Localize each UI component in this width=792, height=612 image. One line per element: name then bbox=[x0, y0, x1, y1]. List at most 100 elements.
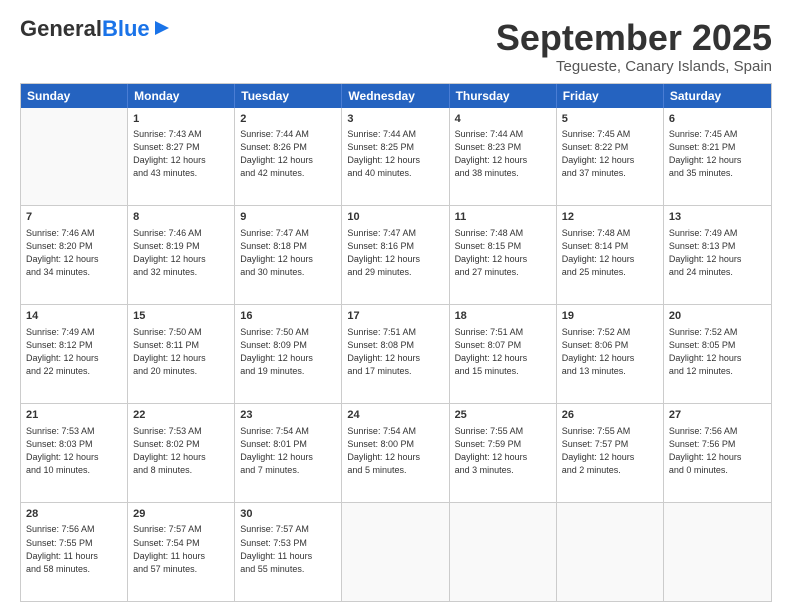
day-number: 28 bbox=[26, 507, 122, 522]
cell-info: Sunrise: 7:43 AM Sunset: 8:27 PM Dayligh… bbox=[133, 128, 229, 180]
cell-info: Sunrise: 7:48 AM Sunset: 8:15 PM Dayligh… bbox=[455, 227, 551, 279]
cell-info: Sunrise: 7:45 AM Sunset: 8:22 PM Dayligh… bbox=[562, 128, 658, 180]
calendar-cell: 22 Sunrise: 7:53 AM Sunset: 8:02 PM Dayli… bbox=[128, 404, 235, 502]
cell-info: Sunrise: 7:48 AM Sunset: 8:14 PM Dayligh… bbox=[562, 227, 658, 279]
cell-info: Sunrise: 7:47 AM Sunset: 8:16 PM Dayligh… bbox=[347, 227, 443, 279]
calendar-body: 1Sunrise: 7:43 AM Sunset: 8:27 PM Daylig… bbox=[21, 108, 771, 601]
cell-info: Sunrise: 7:44 AM Sunset: 8:25 PM Dayligh… bbox=[347, 128, 443, 180]
weekday-header: Tuesday bbox=[235, 84, 342, 108]
title-area: September 2025 Tegueste, Canary Islands,… bbox=[496, 18, 772, 75]
calendar-cell bbox=[557, 503, 664, 601]
weekday-header: Sunday bbox=[21, 84, 128, 108]
day-number: 2 bbox=[240, 112, 336, 127]
day-number: 19 bbox=[562, 309, 658, 324]
calendar-cell: 29Sunrise: 7:57 AM Sunset: 7:54 PM Dayli… bbox=[128, 503, 235, 601]
page: GeneralBlue September 2025 Tegueste, Can… bbox=[0, 0, 792, 612]
day-number: 6 bbox=[669, 112, 766, 127]
logo-text: GeneralBlue bbox=[20, 18, 150, 40]
calendar-row: 14 Sunrise: 7:49 AM Sunset: 8:12 PM Dayli… bbox=[21, 305, 771, 404]
calendar-row: 1Sunrise: 7:43 AM Sunset: 8:27 PM Daylig… bbox=[21, 108, 771, 207]
calendar-cell: 14 Sunrise: 7:49 AM Sunset: 8:12 PM Dayli… bbox=[21, 305, 128, 403]
cell-info: Sunrise: 7:55 AM Sunset: 7:57 PM Dayligh… bbox=[562, 425, 658, 477]
calendar-cell: 1Sunrise: 7:43 AM Sunset: 8:27 PM Daylig… bbox=[128, 108, 235, 206]
weekday-header: Thursday bbox=[450, 84, 557, 108]
calendar-cell: 15 Sunrise: 7:50 AM Sunset: 8:11 PM Dayli… bbox=[128, 305, 235, 403]
day-number: 22 bbox=[133, 408, 229, 423]
calendar: SundayMondayTuesdayWednesdayThursdayFrid… bbox=[20, 83, 772, 602]
calendar-cell: 10Sunrise: 7:47 AM Sunset: 8:16 PM Dayli… bbox=[342, 206, 449, 304]
subtitle: Tegueste, Canary Islands, Spain bbox=[496, 58, 772, 75]
calendar-cell: 26 Sunrise: 7:55 AM Sunset: 7:57 PM Dayli… bbox=[557, 404, 664, 502]
calendar-cell: 24Sunrise: 7:54 AM Sunset: 8:00 PM Dayli… bbox=[342, 404, 449, 502]
day-number: 9 bbox=[240, 210, 336, 225]
day-number: 17 bbox=[347, 309, 443, 324]
cell-info: Sunrise: 7:51 AM Sunset: 8:08 PM Dayligh… bbox=[347, 326, 443, 378]
calendar-cell: 18 Sunrise: 7:51 AM Sunset: 8:07 PM Dayli… bbox=[450, 305, 557, 403]
day-number: 26 bbox=[562, 408, 658, 423]
calendar-cell: 13 Sunrise: 7:49 AM Sunset: 8:13 PM Dayli… bbox=[664, 206, 771, 304]
day-number: 15 bbox=[133, 309, 229, 324]
cell-info: Sunrise: 7:46 AM Sunset: 8:20 PM Dayligh… bbox=[26, 227, 122, 279]
cell-info: Sunrise: 7:49 AM Sunset: 8:13 PM Dayligh… bbox=[669, 227, 766, 279]
day-number: 29 bbox=[133, 507, 229, 522]
day-number: 14 bbox=[26, 309, 122, 324]
day-number: 11 bbox=[455, 210, 551, 225]
calendar-cell bbox=[450, 503, 557, 601]
calendar-cell: 8 Sunrise: 7:46 AM Sunset: 8:19 PM Daylig… bbox=[128, 206, 235, 304]
day-number: 16 bbox=[240, 309, 336, 324]
day-number: 4 bbox=[455, 112, 551, 127]
cell-info: Sunrise: 7:51 AM Sunset: 8:07 PM Dayligh… bbox=[455, 326, 551, 378]
calendar-row: 21 Sunrise: 7:53 AM Sunset: 8:03 PM Dayli… bbox=[21, 404, 771, 503]
day-number: 21 bbox=[26, 408, 122, 423]
cell-info: Sunrise: 7:50 AM Sunset: 8:09 PM Dayligh… bbox=[240, 326, 336, 378]
cell-info: Sunrise: 7:50 AM Sunset: 8:11 PM Dayligh… bbox=[133, 326, 229, 378]
calendar-cell: 30Sunrise: 7:57 AM Sunset: 7:53 PM Dayli… bbox=[235, 503, 342, 601]
calendar-cell: 19 Sunrise: 7:52 AM Sunset: 8:06 PM Dayli… bbox=[557, 305, 664, 403]
day-number: 23 bbox=[240, 408, 336, 423]
calendar-cell: 2Sunrise: 7:44 AM Sunset: 8:26 PM Daylig… bbox=[235, 108, 342, 206]
header: GeneralBlue September 2025 Tegueste, Can… bbox=[20, 18, 772, 75]
calendar-row: 7 Sunrise: 7:46 AM Sunset: 8:20 PM Daylig… bbox=[21, 206, 771, 305]
day-number: 18 bbox=[455, 309, 551, 324]
cell-info: Sunrise: 7:45 AM Sunset: 8:21 PM Dayligh… bbox=[669, 128, 766, 180]
calendar-row: 28Sunrise: 7:56 AM Sunset: 7:55 PM Dayli… bbox=[21, 503, 771, 601]
calendar-cell: 23Sunrise: 7:54 AM Sunset: 8:01 PM Dayli… bbox=[235, 404, 342, 502]
weekday-header: Saturday bbox=[664, 84, 771, 108]
calendar-header: SundayMondayTuesdayWednesdayThursdayFrid… bbox=[21, 84, 771, 108]
cell-info: Sunrise: 7:56 AM Sunset: 7:55 PM Dayligh… bbox=[26, 523, 122, 575]
day-number: 20 bbox=[669, 309, 766, 324]
cell-info: Sunrise: 7:57 AM Sunset: 7:54 PM Dayligh… bbox=[133, 523, 229, 575]
day-number: 1 bbox=[133, 112, 229, 127]
day-number: 12 bbox=[562, 210, 658, 225]
calendar-cell: 25 Sunrise: 7:55 AM Sunset: 7:59 PM Dayli… bbox=[450, 404, 557, 502]
calendar-cell bbox=[342, 503, 449, 601]
cell-info: Sunrise: 7:57 AM Sunset: 7:53 PM Dayligh… bbox=[240, 523, 336, 575]
day-number: 8 bbox=[133, 210, 229, 225]
cell-info: Sunrise: 7:49 AM Sunset: 8:12 PM Dayligh… bbox=[26, 326, 122, 378]
calendar-cell: 3Sunrise: 7:44 AM Sunset: 8:25 PM Daylig… bbox=[342, 108, 449, 206]
day-number: 7 bbox=[26, 210, 122, 225]
cell-info: Sunrise: 7:53 AM Sunset: 8:02 PM Dayligh… bbox=[133, 425, 229, 477]
calendar-cell: 27Sunrise: 7:56 AM Sunset: 7:56 PM Dayli… bbox=[664, 404, 771, 502]
cell-info: Sunrise: 7:44 AM Sunset: 8:26 PM Dayligh… bbox=[240, 128, 336, 180]
cell-info: Sunrise: 7:52 AM Sunset: 8:06 PM Dayligh… bbox=[562, 326, 658, 378]
calendar-cell: 21 Sunrise: 7:53 AM Sunset: 8:03 PM Dayli… bbox=[21, 404, 128, 502]
weekday-header: Monday bbox=[128, 84, 235, 108]
logo-arrow-icon bbox=[153, 19, 171, 37]
logo-general: General bbox=[20, 16, 102, 41]
day-number: 25 bbox=[455, 408, 551, 423]
day-number: 5 bbox=[562, 112, 658, 127]
cell-info: Sunrise: 7:46 AM Sunset: 8:19 PM Dayligh… bbox=[133, 227, 229, 279]
calendar-cell: 6Sunrise: 7:45 AM Sunset: 8:21 PM Daylig… bbox=[664, 108, 771, 206]
day-number: 13 bbox=[669, 210, 766, 225]
cell-info: Sunrise: 7:56 AM Sunset: 7:56 PM Dayligh… bbox=[669, 425, 766, 477]
cell-info: Sunrise: 7:55 AM Sunset: 7:59 PM Dayligh… bbox=[455, 425, 551, 477]
cell-info: Sunrise: 7:53 AM Sunset: 8:03 PM Dayligh… bbox=[26, 425, 122, 477]
cell-info: Sunrise: 7:47 AM Sunset: 8:18 PM Dayligh… bbox=[240, 227, 336, 279]
cell-info: Sunrise: 7:54 AM Sunset: 8:00 PM Dayligh… bbox=[347, 425, 443, 477]
calendar-cell: 7 Sunrise: 7:46 AM Sunset: 8:20 PM Daylig… bbox=[21, 206, 128, 304]
main-title: September 2025 bbox=[496, 18, 772, 58]
calendar-cell: 11 Sunrise: 7:48 AM Sunset: 8:15 PM Dayli… bbox=[450, 206, 557, 304]
calendar-cell: 16 Sunrise: 7:50 AM Sunset: 8:09 PM Dayli… bbox=[235, 305, 342, 403]
calendar-cell: 12 Sunrise: 7:48 AM Sunset: 8:14 PM Dayli… bbox=[557, 206, 664, 304]
